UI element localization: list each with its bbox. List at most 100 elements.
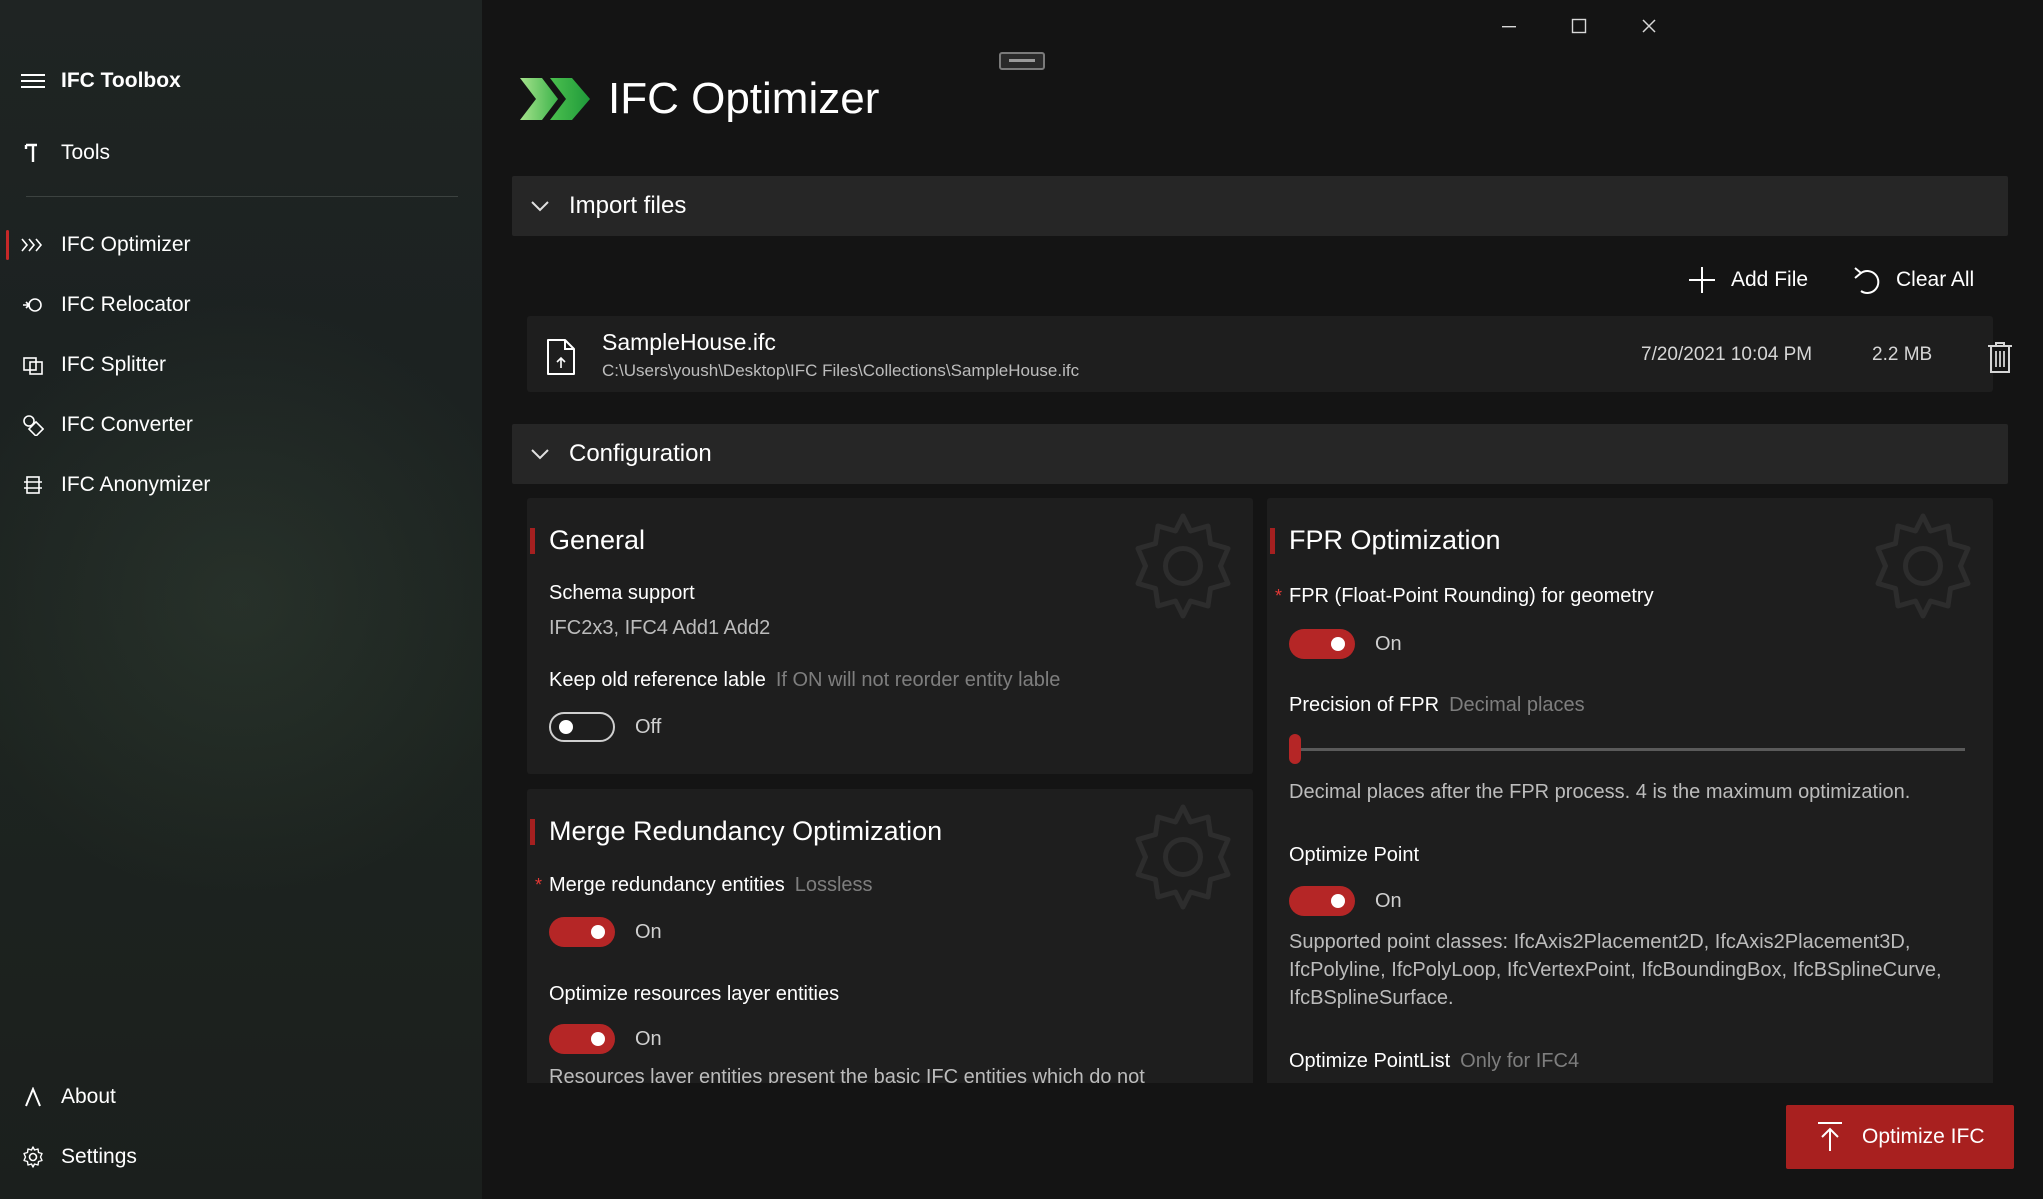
anonymizer-icon	[20, 472, 46, 498]
undo-icon	[1850, 263, 1884, 297]
sidebar-item-label: IFC Relocator	[61, 293, 191, 316]
sidebar-item-settings[interactable]: Settings	[0, 1134, 482, 1180]
optimize-ifc-button[interactable]: Optimize IFC	[1786, 1105, 2014, 1169]
add-file-button[interactable]: Add File	[1685, 258, 1808, 302]
precision-slider-track[interactable]	[1289, 748, 1965, 751]
panel-accent-bar	[530, 819, 535, 845]
close-icon	[1642, 19, 1656, 33]
toggle-state-label: On	[1375, 633, 1402, 655]
keep-reference-hint: If ON will not reorder entity lable	[775, 669, 1061, 691]
keep-reference-label: Keep old reference lable	[549, 669, 766, 691]
panel-title: General	[549, 525, 646, 555]
precision-row: Precision of FPR Decimal places	[1289, 694, 1585, 717]
optimizer-logo-icon	[520, 78, 590, 120]
toggle-state-label: On	[635, 1028, 662, 1050]
merge-entities-label: Merge redundancy entities	[549, 874, 785, 896]
fpr-geometry-toggle[interactable]	[1289, 629, 1355, 659]
precision-slider-thumb[interactable]	[1289, 734, 1301, 764]
precision-label: Precision of FPR	[1289, 694, 1440, 716]
sidebar-item-label: IFC Anonymizer	[61, 473, 211, 496]
panel-title: Merge Redundancy Optimization	[549, 816, 943, 846]
sidebar-item-label: IFC Converter	[61, 413, 193, 436]
panel-title: FPR Optimization	[1289, 525, 1501, 555]
optimize-pointlist-row: Optimize PointList Only for IFC4	[1289, 1050, 1579, 1073]
sidebar-item-label: Settings	[61, 1145, 137, 1168]
converter-icon	[20, 412, 46, 438]
precision-hint: Decimal places	[1449, 694, 1585, 716]
sidebar-item-ifc-anonymizer[interactable]: IFC Anonymizer	[0, 462, 482, 508]
configuration-panels[interactable]: General Schema support IFC2x3, IFC4 Add1…	[527, 498, 1993, 1083]
sidebar-divider	[26, 196, 458, 197]
general-panel: General Schema support IFC2x3, IFC4 Add1…	[527, 498, 1253, 774]
maximize-button[interactable]	[1554, 8, 1604, 44]
add-file-label: Add File	[1731, 268, 1809, 291]
fpr-geometry-label: FPR (Float-Point Rounding) for geometry	[1289, 585, 1654, 607]
section-title: Configuration	[569, 440, 712, 467]
sidebar-item-label: IFC Optimizer	[61, 233, 191, 256]
file-date: 7/20/2021 10:04 PM	[1641, 344, 1813, 365]
optimize-resources-toggle[interactable]	[549, 1024, 615, 1054]
close-button[interactable]	[1624, 8, 1674, 44]
upload-arrow-icon	[1818, 1122, 1842, 1151]
sidebar-item-tools[interactable]: Tools	[0, 130, 482, 176]
minimize-button[interactable]	[1484, 8, 1534, 44]
sidebar-item-about[interactable]: About	[0, 1074, 482, 1120]
gear-icon	[20, 1144, 46, 1170]
import-files-header[interactable]: Import files	[512, 176, 2008, 236]
configuration-header[interactable]: Configuration	[512, 424, 2008, 484]
toggle-state-label: Off	[635, 716, 662, 738]
optimize-point-toggle[interactable]	[1289, 886, 1355, 916]
file-path: C:\Users\yoush\Desktop\IFC Files\Collect…	[602, 361, 1080, 380]
gear-watermark-icon	[1875, 513, 1971, 619]
drag-handle[interactable]	[999, 52, 1045, 70]
point-desc-line: IfcPolyline, IfcPolyLoop, IfcVertexPoint…	[1289, 959, 1942, 981]
merge-entities-toggle[interactable]	[549, 917, 615, 947]
clear-all-button[interactable]: Clear All	[1850, 258, 1974, 302]
precision-description: Decimal places after the FPR process. 4 …	[1289, 781, 1911, 803]
plus-icon	[1685, 263, 1719, 297]
gear-watermark-icon	[1135, 804, 1231, 910]
optimize-pointlist-label: Optimize PointList	[1289, 1050, 1451, 1072]
keep-reference-row: Keep old reference lable If ON will not r…	[549, 669, 1060, 692]
keep-reference-toggle[interactable]	[549, 712, 615, 742]
point-desc-line: IfcBSplineSurface.	[1289, 987, 1454, 1009]
sidebar-item-ifc-converter[interactable]: IFC Converter	[0, 402, 482, 448]
required-marker: *	[535, 875, 543, 895]
panel-accent-bar	[530, 528, 535, 554]
maximize-icon	[1571, 18, 1587, 34]
hamburger-icon[interactable]	[20, 68, 46, 94]
sidebar-item-label: IFC Splitter	[61, 353, 167, 376]
fpr-optimization-panel: FPR Optimization * FPR (Float-Point Roun…	[1267, 498, 1993, 1083]
page-title: IFC Optimizer	[608, 74, 880, 123]
section-title: Import files	[569, 192, 687, 219]
point-desc-line: Supported point classes: IfcAxis2Placeme…	[1289, 931, 1911, 953]
delete-file-button[interactable]	[1985, 340, 2015, 374]
tools-icon	[20, 140, 46, 166]
sidebar: IFC Toolbox Tools IFC Optimizer IFC Relo…	[0, 0, 482, 1199]
file-size: 2.2 MB	[1872, 344, 1933, 365]
optimizer-icon	[20, 232, 46, 258]
merge-entities-row: Merge redundancy entities Lossless	[549, 874, 873, 897]
sidebar-item-ifc-optimizer[interactable]: IFC Optimizer	[0, 222, 482, 268]
sidebar-item-ifc-relocator[interactable]: IFC Relocator	[0, 282, 482, 328]
merge-redundancy-panel: Merge Redundancy Optimization * Merge re…	[527, 789, 1253, 1083]
panel-accent-bar	[1270, 528, 1275, 554]
splitter-icon	[20, 352, 46, 378]
chevron-down-icon	[531, 201, 549, 212]
gear-watermark-icon	[1135, 513, 1231, 619]
sidebar-item-label: About	[61, 1085, 116, 1108]
main-content: IFC Optimizer Import files Add File Clea…	[482, 0, 2043, 1199]
file-name: SampleHouse.ifc	[602, 329, 776, 355]
schema-support-value: IFC2x3, IFC4 Add1 Add2	[549, 617, 771, 639]
app-title: IFC Toolbox	[61, 69, 181, 92]
clear-all-label: Clear All	[1896, 268, 1975, 291]
toggle-state-label: On	[1375, 890, 1402, 912]
relocator-icon	[20, 292, 46, 318]
sidebar-item-ifc-splitter[interactable]: IFC Splitter	[0, 342, 482, 388]
file-list-item[interactable]: SampleHouse.ifc C:\Users\yoush\Desktop\I…	[527, 316, 2012, 392]
toggle-state-label: On	[635, 921, 662, 943]
hamburger-menu[interactable]: IFC Toolbox	[0, 58, 482, 104]
file-icon	[547, 339, 575, 375]
required-marker: *	[1275, 586, 1283, 606]
about-icon	[20, 1084, 46, 1110]
